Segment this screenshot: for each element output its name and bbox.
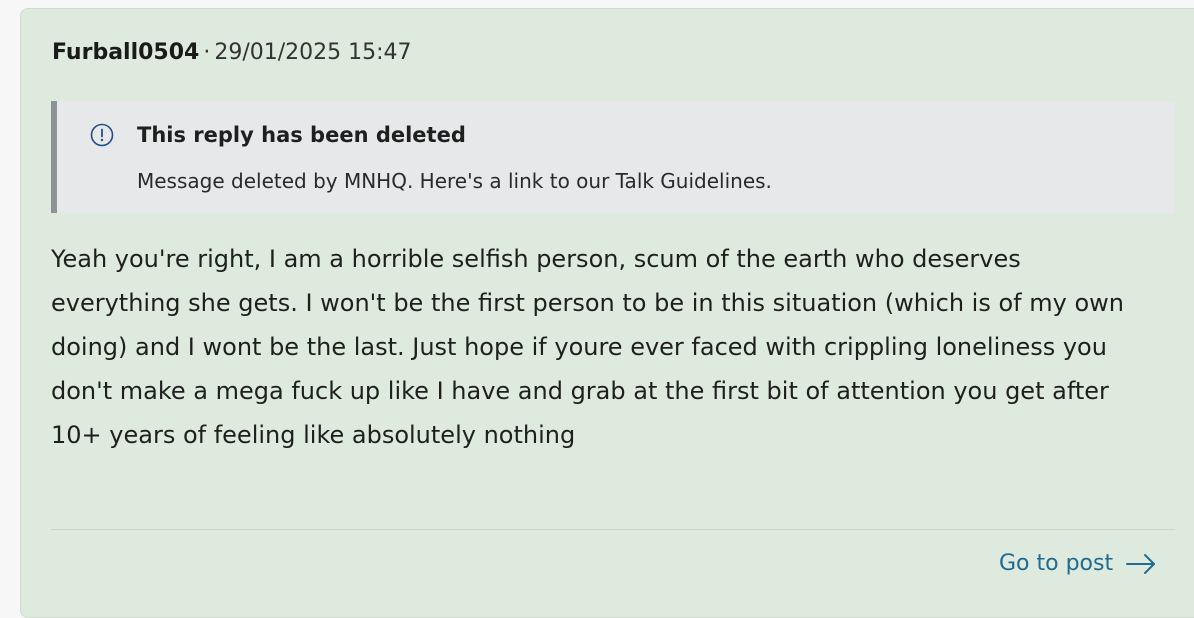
go-to-post-label: Go to post (999, 551, 1114, 576)
info-circle-icon (90, 123, 114, 147)
post-meta: Furball0504 · 29/01/2025 15:47 (52, 40, 412, 65)
deleted-reply-notice: This reply has been deleted Message dele… (51, 101, 1175, 213)
post-body: Yeah you're right, I am a horrible selfi… (51, 245, 1124, 449)
post-author[interactable]: Furball0504 (52, 40, 199, 65)
post-timestamp: 29/01/2025 15:47 (214, 40, 412, 65)
divider (51, 529, 1175, 530)
post-card: Furball0504 · 29/01/2025 15:47 This reply … (20, 8, 1194, 618)
deleted-notice-message: Message deleted by MNHQ. Here's a link t… (137, 169, 772, 193)
go-to-post-link[interactable]: Go to post (999, 551, 1157, 576)
deleted-notice-title: This reply has been deleted (137, 123, 466, 147)
meta-separator: · (203, 40, 211, 65)
arrow-right-icon (1126, 553, 1156, 574)
